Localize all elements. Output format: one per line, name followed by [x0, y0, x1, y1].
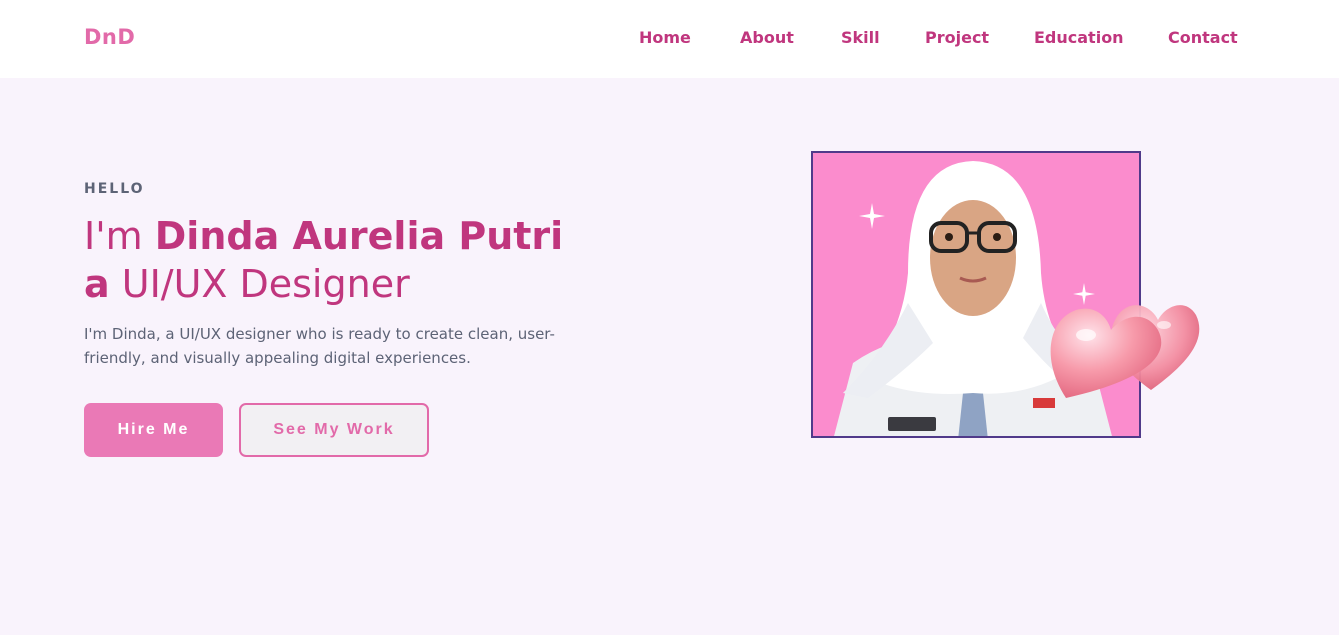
- role-prefix: a: [84, 262, 110, 306]
- navbar: DnD Home About Skill Project Education C…: [0, 0, 1339, 78]
- nav-link-skill[interactable]: Skill: [841, 28, 880, 47]
- sparkle-icon: [859, 203, 885, 229]
- hero-greeting: HELLO: [84, 181, 145, 197]
- intro-prefix: I'm: [84, 214, 143, 258]
- hero-name: Dinda Aurelia Putri: [154, 214, 564, 258]
- see-my-work-button[interactable]: See My Work: [239, 403, 429, 457]
- headline-line-1: I'm Dinda Aurelia Putri: [84, 212, 563, 260]
- hero-headline: I'm Dinda Aurelia Putri a UI/UX Designer: [84, 212, 563, 308]
- hero-description: I'm Dinda, a UI/UX designer who is ready…: [84, 325, 555, 367]
- hero-role: UI/UX Designer: [121, 262, 410, 306]
- nav-link-home[interactable]: Home: [639, 28, 691, 47]
- heart-balloon-icon: [1050, 305, 1200, 398]
- nav-menu: Home About Skill Project Education Conta…: [0, 28, 1339, 52]
- nav-link-education[interactable]: Education: [1034, 28, 1124, 47]
- nav-link-contact[interactable]: Contact: [1168, 28, 1238, 47]
- hire-me-button[interactable]: Hire Me: [84, 403, 223, 457]
- headline-line-2: a UI/UX Designer: [84, 260, 563, 308]
- nav-link-project[interactable]: Project: [925, 28, 989, 47]
- nav-link-about[interactable]: About: [740, 28, 794, 47]
